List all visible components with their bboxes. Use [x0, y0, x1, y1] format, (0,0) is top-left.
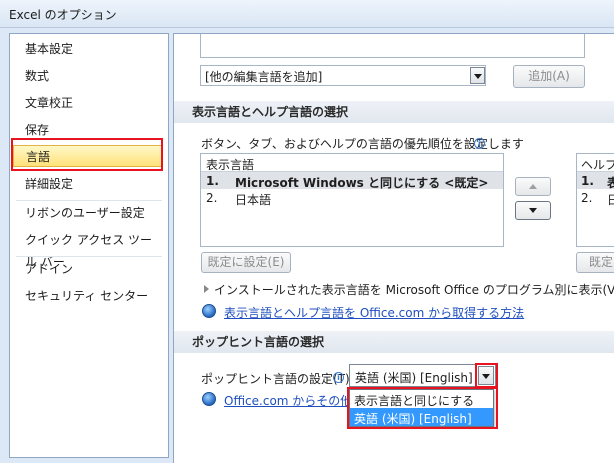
- combo-dropdown-button[interactable]: [470, 67, 485, 84]
- move-up-button[interactable]: [515, 177, 551, 196]
- expand-arrow-icon[interactable]: [204, 285, 209, 293]
- editing-languages-list[interactable]: [200, 34, 585, 58]
- screentip-language-label: ポップヒント言語の設定(T): [201, 372, 350, 386]
- title-bar: Excel のオプション: [0, 0, 614, 28]
- show-installed-languages-toggle[interactable]: インストールされた表示言語を Microsoft Office のプログラム別に…: [214, 281, 614, 298]
- nav-item-basic[interactable]: 基本設定: [13, 38, 163, 60]
- move-down-button[interactable]: [515, 201, 551, 220]
- chevron-down-icon: [474, 74, 482, 79]
- display-language-list[interactable]: 表示言語 1. Microsoft Windows と同じにする <既定> 2.…: [200, 153, 504, 247]
- row-number: 2.: [206, 191, 218, 205]
- nav-item-advanced[interactable]: 詳細設定: [13, 173, 163, 195]
- help-list-header-row: ヘルプ: [577, 154, 614, 172]
- screentip-dropdown-button[interactable]: [478, 366, 494, 385]
- nav-divider: [16, 200, 162, 201]
- category-nav: 基本設定 数式 文章校正 保存 言語 詳細設定 リボンのユーザー設定 クイック …: [9, 33, 169, 458]
- nav-item-language[interactable]: 言語: [13, 145, 163, 167]
- display-list-row-1[interactable]: 1. Microsoft Windows と同じにする <既定>: [201, 172, 503, 190]
- row-number: 1.: [206, 174, 219, 188]
- globe-icon: [202, 392, 216, 406]
- option-label: 英語 (米国) [English]: [354, 412, 472, 426]
- screentip-section-header: ポップヒント言語の選択: [174, 331, 614, 353]
- nav-item-customize-ribbon[interactable]: リボンのユーザー設定: [13, 202, 163, 224]
- nav-item-formulas[interactable]: 数式: [13, 65, 163, 87]
- options-window: Excel のオプション 基本設定 数式 文章校正 保存 言語 詳細設定 リボン…: [0, 0, 614, 463]
- help-list-header: ヘルプ: [581, 158, 614, 172]
- language-settings-panel: [他の編集言語を追加] 追加(A) 表示言語とヘルプ言語の選択 ボタン、タブ、お…: [173, 33, 614, 463]
- help-language-list[interactable]: ヘルプ 1. 表 2. 日: [576, 153, 614, 247]
- row-number: 1.: [581, 174, 594, 188]
- help-list-row-1[interactable]: 1. 表: [577, 172, 614, 190]
- display-list-header: 表示言語: [206, 158, 255, 172]
- row-number: 2.: [581, 191, 593, 205]
- display-list-header-row: 表示言語: [201, 154, 503, 172]
- screentip-dropdown-list: 表示言語と同じにする 英語 (米国) [English]: [349, 389, 494, 427]
- set-default-display-button[interactable]: 既定に設定(E): [201, 252, 291, 273]
- add-editing-language-value: [他の編集言語を追加]: [205, 70, 323, 84]
- nav-item-trust-center[interactable]: セキュリティ センター: [13, 285, 163, 307]
- nav-item-addins[interactable]: アドイン: [13, 258, 163, 280]
- info-icon: i: [474, 138, 485, 149]
- nav-item-proofing[interactable]: 文章校正: [13, 92, 163, 114]
- display-section-header: 表示言語とヘルプ言語の選択: [174, 101, 614, 123]
- help-list-row-2[interactable]: 2. 日: [577, 189, 614, 208]
- chevron-down-icon: [482, 374, 490, 379]
- arrow-up-icon: [529, 184, 537, 189]
- option-label: 表示言語と同じにする: [354, 394, 475, 408]
- add-editing-language-combo[interactable]: [他の編集言語を追加]: [200, 65, 486, 86]
- office-com-more-link[interactable]: Office.com からその他の: [224, 392, 364, 409]
- globe-icon: [202, 304, 216, 318]
- dropdown-option-english-us[interactable]: 英語 (米国) [English]: [350, 408, 493, 426]
- get-languages-link[interactable]: 表示言語とヘルプ言語を Office.com から取得する方法: [224, 304, 524, 321]
- set-default-help-button[interactable]: 既定: [576, 252, 614, 273]
- nav-item-quick-access-toolbar[interactable]: クイック アクセス ツール バー: [13, 229, 163, 269]
- info-icon: i: [333, 372, 344, 383]
- screentip-language-value: 英語 (米国) [English]: [355, 371, 473, 385]
- row-label: 日: [607, 191, 614, 208]
- row-label: 日本語: [235, 193, 272, 207]
- dropdown-option-same-as-display[interactable]: 表示言語と同じにする: [350, 390, 493, 408]
- arrow-down-icon: [529, 208, 537, 213]
- screentip-language-combo[interactable]: 英語 (米国) [English]: [349, 364, 496, 387]
- display-list-row-2[interactable]: 2. 日本語: [201, 189, 503, 207]
- nav-divider: [16, 256, 162, 257]
- nav-item-save[interactable]: 保存: [13, 119, 163, 141]
- add-language-button[interactable]: 追加(A): [513, 65, 585, 88]
- window-title: Excel のオプション: [9, 8, 117, 22]
